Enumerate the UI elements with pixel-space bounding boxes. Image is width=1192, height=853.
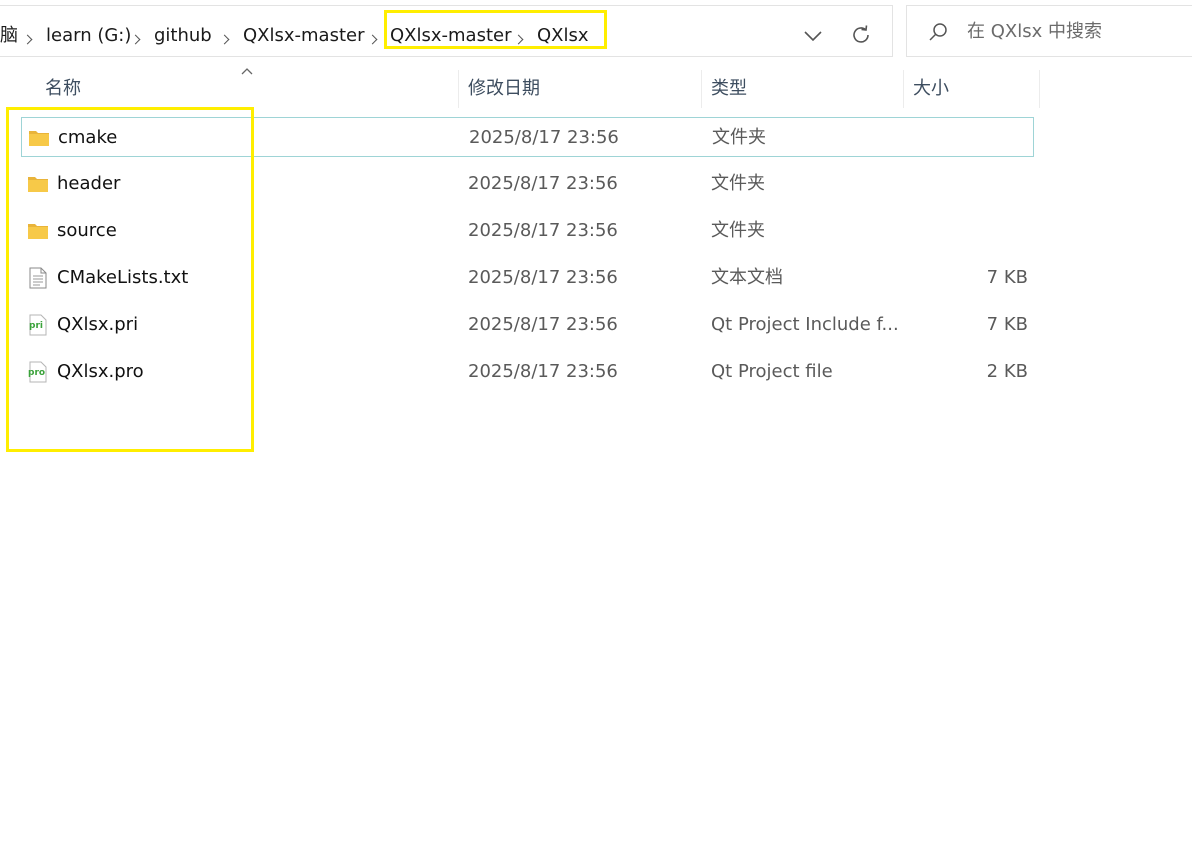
file-size: 2 KB: [986, 361, 1028, 382]
file-name: CMakeLists.txt: [57, 267, 189, 288]
file-name: cmake: [58, 127, 118, 148]
search-icon: [929, 23, 947, 41]
pro-file-icon: pro: [28, 361, 47, 383]
search-input[interactable]: 在 QXlsx 中搜索: [967, 19, 1102, 45]
file-type: 文件夹: [711, 220, 765, 241]
chevron-right-icon[interactable]: [219, 34, 230, 45]
chevron-right-icon[interactable]: [130, 34, 141, 45]
file-row-cmake[interactable]: cmake 2025/8/17 23:56 文件夹: [21, 117, 1034, 157]
breadcrumb-item-qxlsx-master-parent[interactable]: QXlsx-master: [243, 23, 365, 49]
file-row-source[interactable]: source 2025/8/17 23:56 文件夹: [21, 211, 1034, 251]
breadcrumb-item-github[interactable]: github: [154, 23, 212, 49]
breadcrumb-item-qxlsx[interactable]: QXlsx: [537, 23, 589, 49]
chevron-down-icon[interactable]: [802, 27, 824, 45]
folder-icon: [28, 177, 48, 192]
file-date: 2025/8/17 23:56: [468, 267, 618, 288]
file-size: 7 KB: [986, 267, 1028, 288]
file-size: 7 KB: [986, 314, 1028, 335]
chevron-right-icon[interactable]: [513, 34, 524, 45]
text-file-icon: [29, 267, 47, 289]
file-row-qxlsx-pri[interactable]: pri QXlsx.pri 2025/8/17 23:56 Qt Project…: [21, 305, 1034, 345]
folder-icon: [28, 224, 48, 239]
pri-file-icon: pri: [29, 314, 47, 336]
folder-icon: [29, 131, 49, 146]
file-row-qxlsx-pro[interactable]: pro QXlsx.pro 2025/8/17 23:56 Qt Project…: [21, 352, 1034, 392]
file-date: 2025/8/17 23:56: [468, 314, 618, 335]
file-name: QXlsx.pri: [57, 314, 139, 335]
column-header-name[interactable]: 名称: [45, 70, 455, 108]
column-header-date[interactable]: 修改日期: [468, 70, 698, 108]
chevron-right-icon[interactable]: [367, 34, 378, 45]
breadcrumb-item-learn[interactable]: learn (G:): [46, 23, 131, 49]
breadcrumb-item-qxlsx-master[interactable]: QXlsx-master: [390, 23, 512, 49]
pri-badge: pri: [29, 321, 43, 331]
file-type: Qt Project file: [711, 361, 833, 382]
column-divider[interactable]: [701, 70, 702, 108]
search-box[interactable]: 在 QXlsx 中搜索: [906, 5, 1192, 57]
file-row-header[interactable]: header 2025/8/17 23:56 文件夹: [21, 164, 1034, 204]
column-divider[interactable]: [903, 70, 904, 108]
file-date: 2025/8/17 23:56: [468, 173, 618, 194]
column-header-size[interactable]: 大小: [913, 70, 1033, 108]
address-bar[interactable]: 脑 learn (G:) github QXlsx-master QXlsx-m…: [0, 5, 893, 57]
file-type: 文件夹: [711, 173, 765, 194]
file-type: 文件夹: [712, 127, 766, 148]
pro-badge: pro: [28, 368, 45, 378]
column-header-type[interactable]: 类型: [711, 70, 901, 108]
file-date: 2025/8/17 23:56: [469, 127, 619, 148]
chevron-right-icon[interactable]: [22, 34, 33, 45]
column-divider[interactable]: [458, 70, 459, 108]
file-row-cmakelists[interactable]: CMakeLists.txt 2025/8/17 23:56 文本文档 7 KB: [21, 258, 1034, 298]
file-type: 文本文档: [711, 267, 783, 288]
file-name: source: [57, 220, 117, 241]
breadcrumb-item-this-pc[interactable]: 脑: [0, 23, 18, 49]
file-type: Qt Project Include f...: [711, 314, 899, 335]
column-divider[interactable]: [1039, 70, 1040, 108]
file-name: QXlsx.pro: [57, 361, 144, 382]
file-name: header: [57, 173, 121, 194]
refresh-icon[interactable]: [849, 23, 873, 47]
file-date: 2025/8/17 23:56: [468, 220, 618, 241]
file-date: 2025/8/17 23:56: [468, 361, 618, 382]
